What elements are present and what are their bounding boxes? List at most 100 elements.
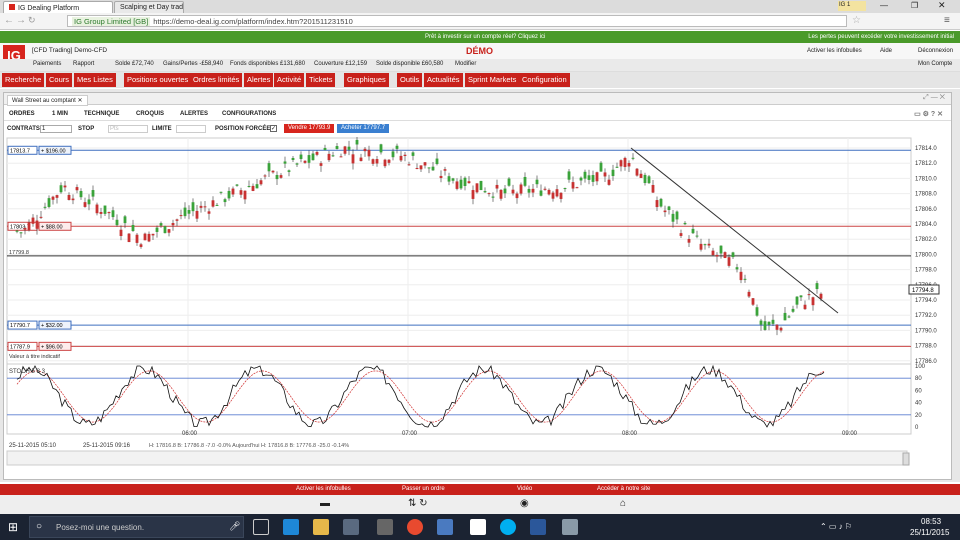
candle-body [475,183,479,193]
candle-body [803,304,807,310]
order-arrows-icon[interactable]: ⇅ ↻ [408,498,428,509]
explorer-icon[interactable] [313,519,329,535]
window-controls-icon[interactable]: ⤢ — ✕ [923,94,945,102]
limit-input[interactable] [176,125,206,133]
menu-configuration[interactable]: Configuration [519,73,570,87]
word-icon[interactable] [530,519,546,535]
menu-activite[interactable]: Activité [274,73,305,87]
menu-outils[interactable]: Outils [397,73,423,87]
contracts-input[interactable]: 1 [40,125,72,133]
browser-tab-ig[interactable]: IG Dealing Platform [3,1,113,13]
candle-body [143,233,147,241]
stop-input[interactable]: Pts [108,125,148,133]
header-link-aide[interactable]: Aide [880,48,892,54]
menu-mes-listes[interactable]: Mes Listes [74,73,116,87]
price-pane [6,137,912,399]
footer-site[interactable]: Accéder à notre site [597,486,650,492]
navigator-handle[interactable] [902,452,910,466]
candle-body [587,175,591,180]
forced-position-checkbox[interactable]: ✓ [270,125,277,132]
menu-ordres[interactable]: Ordres limités [190,73,243,87]
header-link-infobulles[interactable]: Activer les infobulles [807,48,862,54]
video-icon[interactable]: ◉ [520,498,529,509]
mic-icon[interactable]: 🎤︎ [229,521,240,532]
reload-icon[interactable]: ↻ [28,15,36,26]
back-icon[interactable]: ← [4,15,14,26]
skype-icon[interactable] [500,519,516,535]
menu-positions[interactable]: Positions ouvertes [124,73,192,87]
chart-tools-icons[interactable]: ▭ ⚙ ? ✕ [914,110,943,118]
toolbar-croquis[interactable]: CROQUIS [136,111,164,117]
candle-body [591,175,595,182]
paint-icon[interactable] [562,519,578,535]
profile-badge[interactable]: IG 1 [838,1,866,11]
star-icon[interactable]: ☆ [852,15,861,26]
home-icon[interactable]: ⌂ [620,498,626,509]
chrome-icon[interactable] [407,519,423,535]
y-tick-label: 17802.0 [915,237,937,243]
date-from[interactable]: 25-11-2015 05:10 [9,443,57,449]
candle-body [287,170,291,172]
edge-icon[interactable] [283,519,299,535]
candle-body [463,177,467,186]
toolbar-timeframe[interactable]: 1 MIN [52,111,68,117]
chart-tab[interactable]: Wall Street au comptant ✕ [7,95,88,106]
report-link[interactable]: Rapport [73,61,94,67]
candle-body [423,162,427,166]
buy-button[interactable]: Acheter 17797.7 [337,124,390,133]
url-input[interactable]: IG Group Limited [GB] https://demo-deal.i… [67,15,847,27]
candle-body [455,181,459,189]
menu-recherche[interactable]: Recherche [2,73,45,87]
menu-tickets[interactable]: Tickets [306,73,336,87]
close-tab-icon[interactable]: ✕ [77,98,82,104]
menu-actualites[interactable]: Actualités [424,73,463,87]
close-window-icon[interactable]: ✕ [938,0,946,11]
candle-body [427,167,431,169]
candle-body [811,297,815,306]
candle-body [131,225,135,232]
home-app-icon[interactable] [470,519,486,535]
y-tick-label: 17806.0 [915,207,937,213]
media-icon[interactable] [377,519,393,535]
app-icon[interactable] [437,519,453,535]
toolbar-technique[interactable]: TECHNIQUE [84,111,119,117]
candle-body [311,153,315,161]
toolbar-ordres[interactable]: ORDRES [9,111,35,117]
toolbar-configurations[interactable]: CONFIGURATIONS [222,111,276,117]
footer-video[interactable]: Vidéo [517,486,532,492]
candle-body [47,198,51,207]
payments-link[interactable]: Paiements [33,61,61,67]
candle-body [387,159,391,163]
toolbar-alertes[interactable]: ALERTES [180,111,208,117]
search-box[interactable]: Posez-moi une question. [56,523,144,532]
candle-body [547,189,551,195]
maximize-icon[interactable]: ❐ [911,1,918,10]
windows-start-icon[interactable]: ⊞ [8,520,18,534]
account-selector[interactable]: [CFD Trading] Demo-CFD [32,47,107,54]
minimize-icon[interactable]: — [880,1,888,10]
browser-menu-icon[interactable]: ≡ [944,15,950,26]
modifier-link[interactable]: Modifier [455,61,476,67]
price-chart[interactable]: 17814.0 17812.0 17810.0 17808.0 17806.0 17804… [3,137,952,482]
menu-graphiques[interactable]: Graphiques [344,73,389,87]
menu-cours[interactable]: Cours [46,73,73,87]
store-icon[interactable] [343,519,359,535]
date-to[interactable]: 25-11-2015 09:16 [83,443,131,449]
tray-icons[interactable]: ⌃ ▭ ♪ ⚐ [820,522,852,531]
footer-passer-ordre[interactable]: Passer un ordre [402,486,445,492]
chat-icon[interactable]: ▬ [320,498,330,509]
forward-icon[interactable]: → [16,15,26,26]
header-link-deconnexion[interactable]: Déconnexion [918,48,953,54]
menu-alertes[interactable]: Alertes [244,73,274,87]
sell-button[interactable]: Vendre 17793.9 [284,124,335,133]
indicator-label: Valeur à titre indicatif [9,354,60,360]
candle-body [15,230,19,232]
mon-compte-link[interactable]: Mon Compte [918,61,952,67]
candle-body [215,204,219,206]
footer-infobulles[interactable]: Activer les infobulles [296,486,351,492]
time-navigator[interactable] [6,450,908,466]
promo-left-link[interactable]: Prêt à investir sur un compte réel? Cliq… [425,34,545,40]
menu-sprint[interactable]: Sprint Markets [465,73,520,87]
browser-tab-scalping[interactable]: Scalping et Day trad [114,1,184,13]
task-view-icon[interactable] [253,519,269,535]
